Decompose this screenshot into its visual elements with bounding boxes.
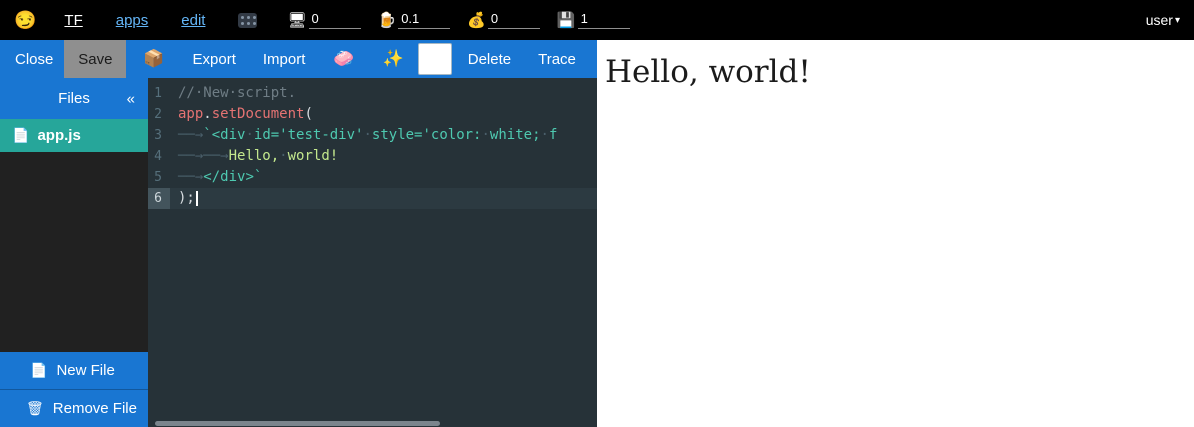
line-number: 1: [148, 83, 170, 104]
new-file-button[interactable]: 📄 New File: [0, 352, 148, 389]
nav-tf-link[interactable]: TF: [64, 12, 82, 29]
smirk-emoji-icon: 😏: [14, 10, 36, 31]
code-text: app.setDocument(: [170, 104, 313, 125]
line-number: 4: [148, 146, 170, 167]
sidebar-empty-area: [0, 152, 148, 352]
disk-count-input[interactable]: [578, 11, 630, 29]
line-number: 2: [148, 104, 170, 125]
screen-count-input[interactable]: [309, 11, 361, 29]
code-lines: 1//·New·script.2app.setDocument(3──→`<di…: [148, 83, 597, 209]
code-line-5[interactable]: 5──→</div>`: [148, 167, 597, 188]
file-icon: 📄: [12, 127, 29, 144]
floppy-disk-icon: 💾: [557, 11, 576, 29]
counter-disk: 💾: [557, 11, 630, 29]
horizontal-scrollbar[interactable]: [155, 421, 440, 426]
chevron-down-icon: ▾: [1175, 15, 1180, 26]
beer-count-input[interactable]: [398, 11, 450, 29]
collapse-sidebar-button[interactable]: «: [127, 90, 135, 107]
export-button[interactable]: Export: [193, 51, 236, 68]
apps-grid-icon: [238, 13, 257, 28]
toolbar-text-input[interactable]: [418, 43, 452, 75]
soap-icon[interactable]: 🧼: [333, 49, 354, 69]
counter-beer: 🍺: [378, 11, 451, 29]
code-line-6[interactable]: 6);: [148, 188, 597, 209]
close-button[interactable]: Close: [15, 51, 53, 68]
screen-icon: 🖥: [287, 11, 306, 29]
editor-app: Close Save 📦 Export Import 🧼 ✨ Delete Tr…: [0, 40, 597, 427]
file-name: app.js: [37, 127, 80, 144]
save-button[interactable]: Save: [64, 40, 126, 78]
code-line-4[interactable]: 4──→──→Hello,·world!: [148, 146, 597, 167]
nav-apps-link[interactable]: apps: [116, 12, 149, 29]
trace-button[interactable]: Trace: [538, 51, 576, 68]
toolbar: Close Save 📦 Export Import 🧼 ✨ Delete Tr…: [0, 40, 597, 78]
line-number: 6: [148, 188, 170, 209]
code-text: ──→`<div·id='test-div'·style='color:·whi…: [170, 125, 557, 146]
delete-button[interactable]: Delete: [468, 51, 511, 68]
beer-icon: 🍺: [378, 11, 397, 29]
preview-hello-text: Hello, world!: [605, 54, 1194, 90]
code-text: );: [170, 188, 198, 209]
files-header-label: Files: [58, 90, 90, 107]
line-number: 3: [148, 125, 170, 146]
remove-file-button[interactable]: 🗑 Remove File: [0, 389, 148, 427]
topbar: 😏 TF apps edit 🖥 🍺 💰 💾 user ▾: [0, 0, 1194, 40]
coin-count-input[interactable]: [488, 11, 540, 29]
import-button[interactable]: Import: [263, 51, 306, 68]
files-header: Files «: [0, 78, 148, 119]
file-item-appjs[interactable]: 📄 app.js: [0, 119, 148, 152]
counter-coin: 💰: [467, 11, 540, 29]
text-cursor: [196, 191, 198, 206]
user-menu-label: user: [1146, 12, 1173, 28]
code-line-3[interactable]: 3──→`<div·id='test-div'·style='color:·wh…: [148, 125, 597, 146]
nav-edit-link[interactable]: edit: [181, 12, 205, 29]
workspace: Files « 📄 app.js 📄 New File 🗑 Remove Fil…: [0, 78, 597, 427]
line-number: 5: [148, 167, 170, 188]
new-file-label: New File: [56, 362, 114, 379]
code-editor[interactable]: 1//·New·script.2app.setDocument(3──→`<di…: [148, 78, 597, 427]
trash-icon: 🗑: [26, 400, 44, 417]
code-text: ──→</div>`: [170, 167, 262, 188]
preview-pane: Hello, world!: [597, 40, 1194, 427]
sparkles-icon[interactable]: ✨: [383, 49, 404, 69]
remove-file-label: Remove File: [53, 400, 137, 417]
code-text: ──→──→Hello,·world!: [170, 146, 338, 167]
code-text: //·New·script.: [170, 83, 296, 104]
user-menu[interactable]: user ▾: [1146, 12, 1180, 28]
coin-icon: 💰: [467, 11, 486, 29]
new-file-icon: 📄: [30, 362, 47, 379]
counter-screen: 🖥: [287, 11, 360, 29]
files-sidebar: Files « 📄 app.js 📄 New File 🗑 Remove Fil…: [0, 78, 148, 427]
code-line-2[interactable]: 2app.setDocument(: [148, 104, 597, 125]
code-line-1[interactable]: 1//·New·script.: [148, 83, 597, 104]
package-icon[interactable]: 📦: [143, 49, 164, 69]
